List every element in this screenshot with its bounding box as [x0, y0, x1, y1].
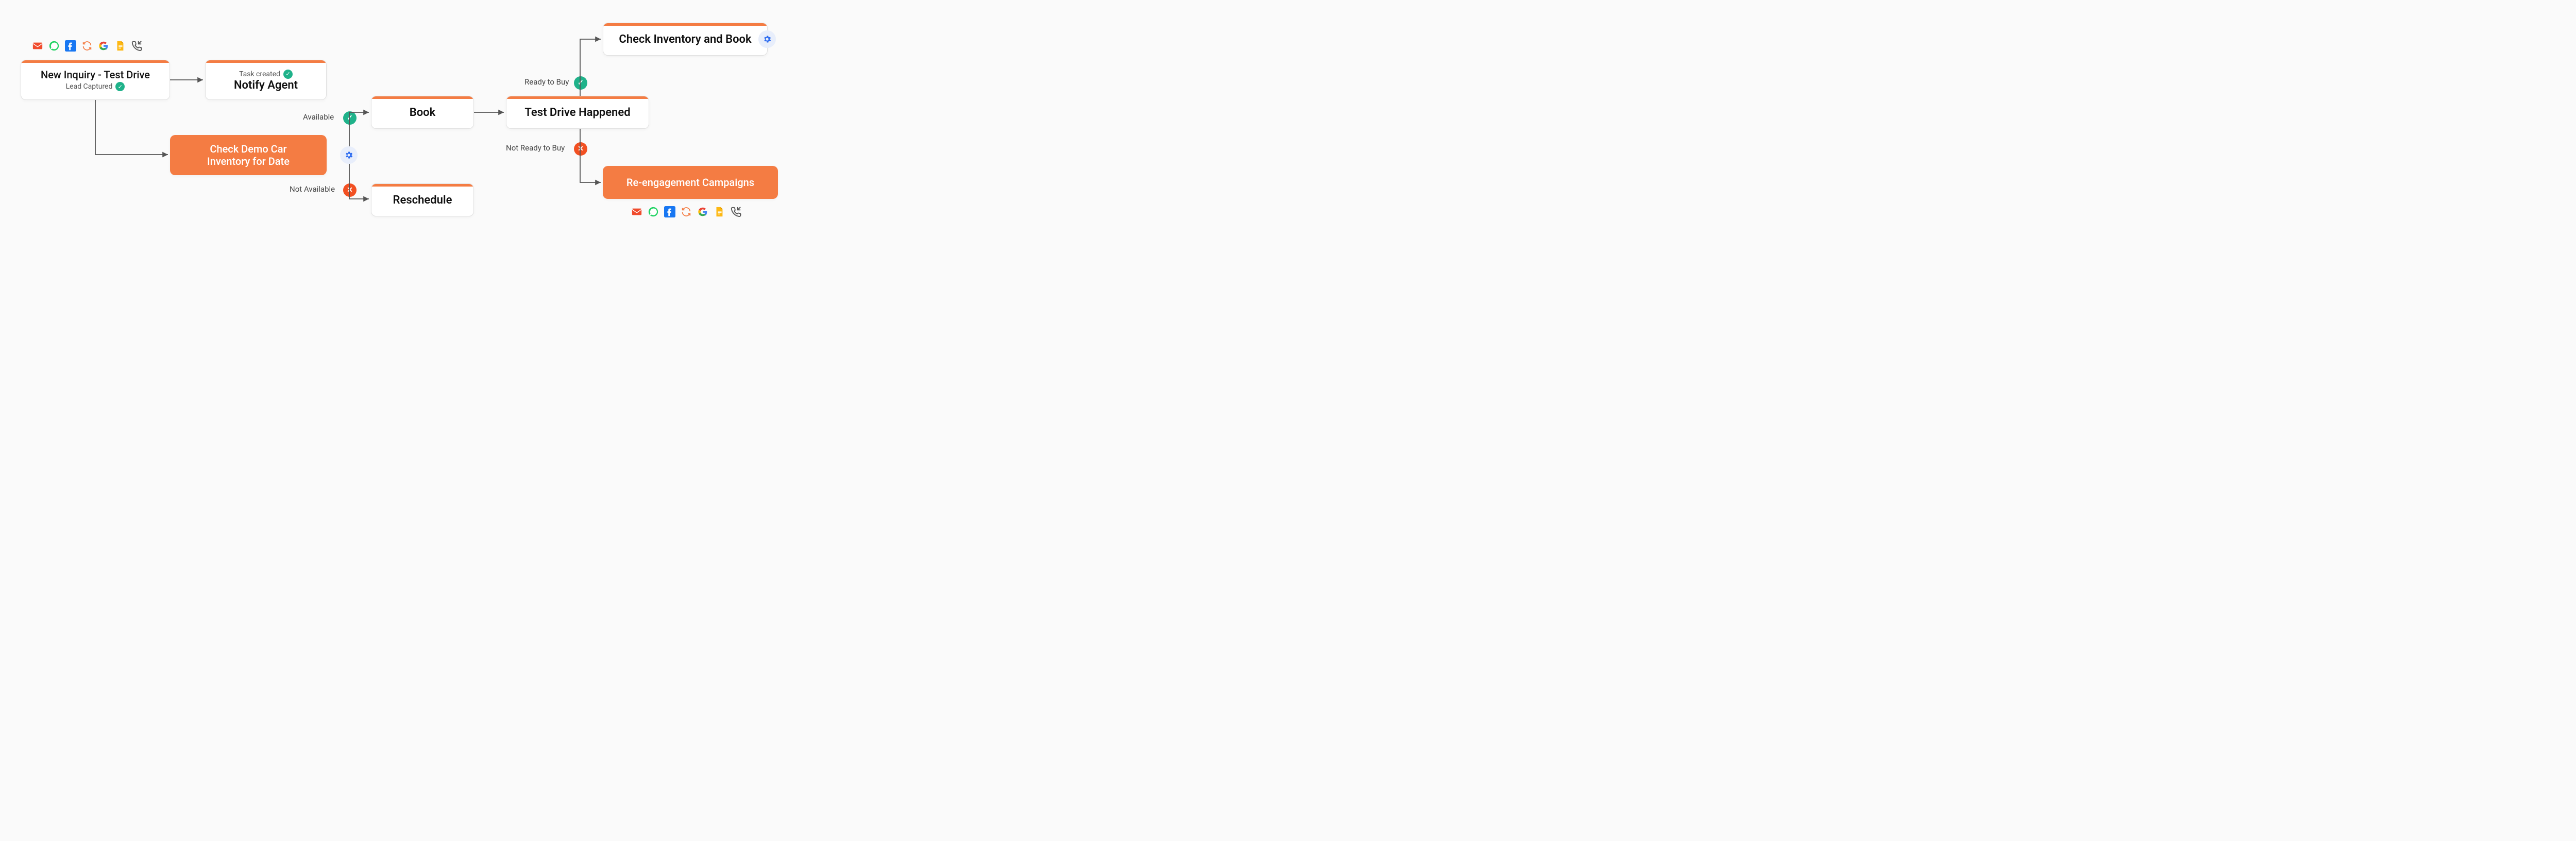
google-icon [697, 206, 708, 217]
refresh-icon [81, 40, 93, 52]
node-title: Re-engagement Campaigns [626, 176, 754, 189]
channel-icons-bottom [631, 206, 741, 217]
node-title: Book [410, 106, 435, 119]
check-icon: ✓ [343, 111, 357, 125]
mail-icon [32, 40, 43, 52]
refresh-icon [681, 206, 692, 217]
gear-icon [758, 30, 776, 48]
gear-icon [340, 146, 358, 164]
node-title: New Inquiry - Test Drive [41, 69, 150, 81]
doc-icon [114, 40, 126, 52]
node-notify-agent: Task created ✓ Notify Agent [205, 60, 327, 100]
node-test-drive-happened: Test Drive Happened [506, 96, 649, 129]
doc-icon [714, 206, 725, 217]
edge-label-ready: Ready to Buy [524, 77, 569, 87]
mail-icon [631, 206, 642, 217]
edge-label-available: Available [303, 112, 334, 122]
check-icon: ✓ [283, 70, 293, 79]
node-title-line2: Inventory for Date [207, 155, 290, 167]
node-overline: Task created ✓ [239, 70, 293, 79]
google-icon [98, 40, 109, 52]
edge-label-not-available: Not Available [290, 184, 335, 194]
node-title-line1: Check Demo Car [210, 143, 286, 155]
node-check-inventory-book: Check Inventory and Book [603, 23, 768, 56]
cross-icon: ✕ [574, 142, 587, 156]
node-new-inquiry: New Inquiry - Test Drive Lead Captured ✓ [21, 60, 170, 100]
facebook-icon [65, 40, 76, 52]
channel-icons-top [32, 40, 142, 52]
node-title: Reschedule [393, 194, 452, 207]
node-subtitle: Lead Captured ✓ [66, 82, 125, 91]
whatsapp-icon [648, 206, 659, 217]
cross-icon: ✕ [343, 183, 357, 197]
node-title: Check Inventory and Book [619, 33, 751, 46]
incoming-call-icon [131, 40, 142, 52]
facebook-icon [664, 206, 675, 217]
node-check-demo-car: Check Demo Car Inventory for Date [170, 135, 327, 175]
incoming-call-icon [730, 206, 741, 217]
check-icon: ✓ [115, 82, 125, 91]
node-reengagement: Re-engagement Campaigns [603, 166, 778, 199]
node-book: Book [371, 96, 474, 129]
edge-label-not-ready: Not Ready to Buy [506, 143, 565, 153]
node-title: Notify Agent [234, 79, 298, 92]
node-reschedule: Reschedule [371, 183, 474, 216]
check-icon: ✓ [574, 76, 587, 90]
node-title: Test Drive Happened [524, 106, 630, 119]
whatsapp-icon [48, 40, 60, 52]
